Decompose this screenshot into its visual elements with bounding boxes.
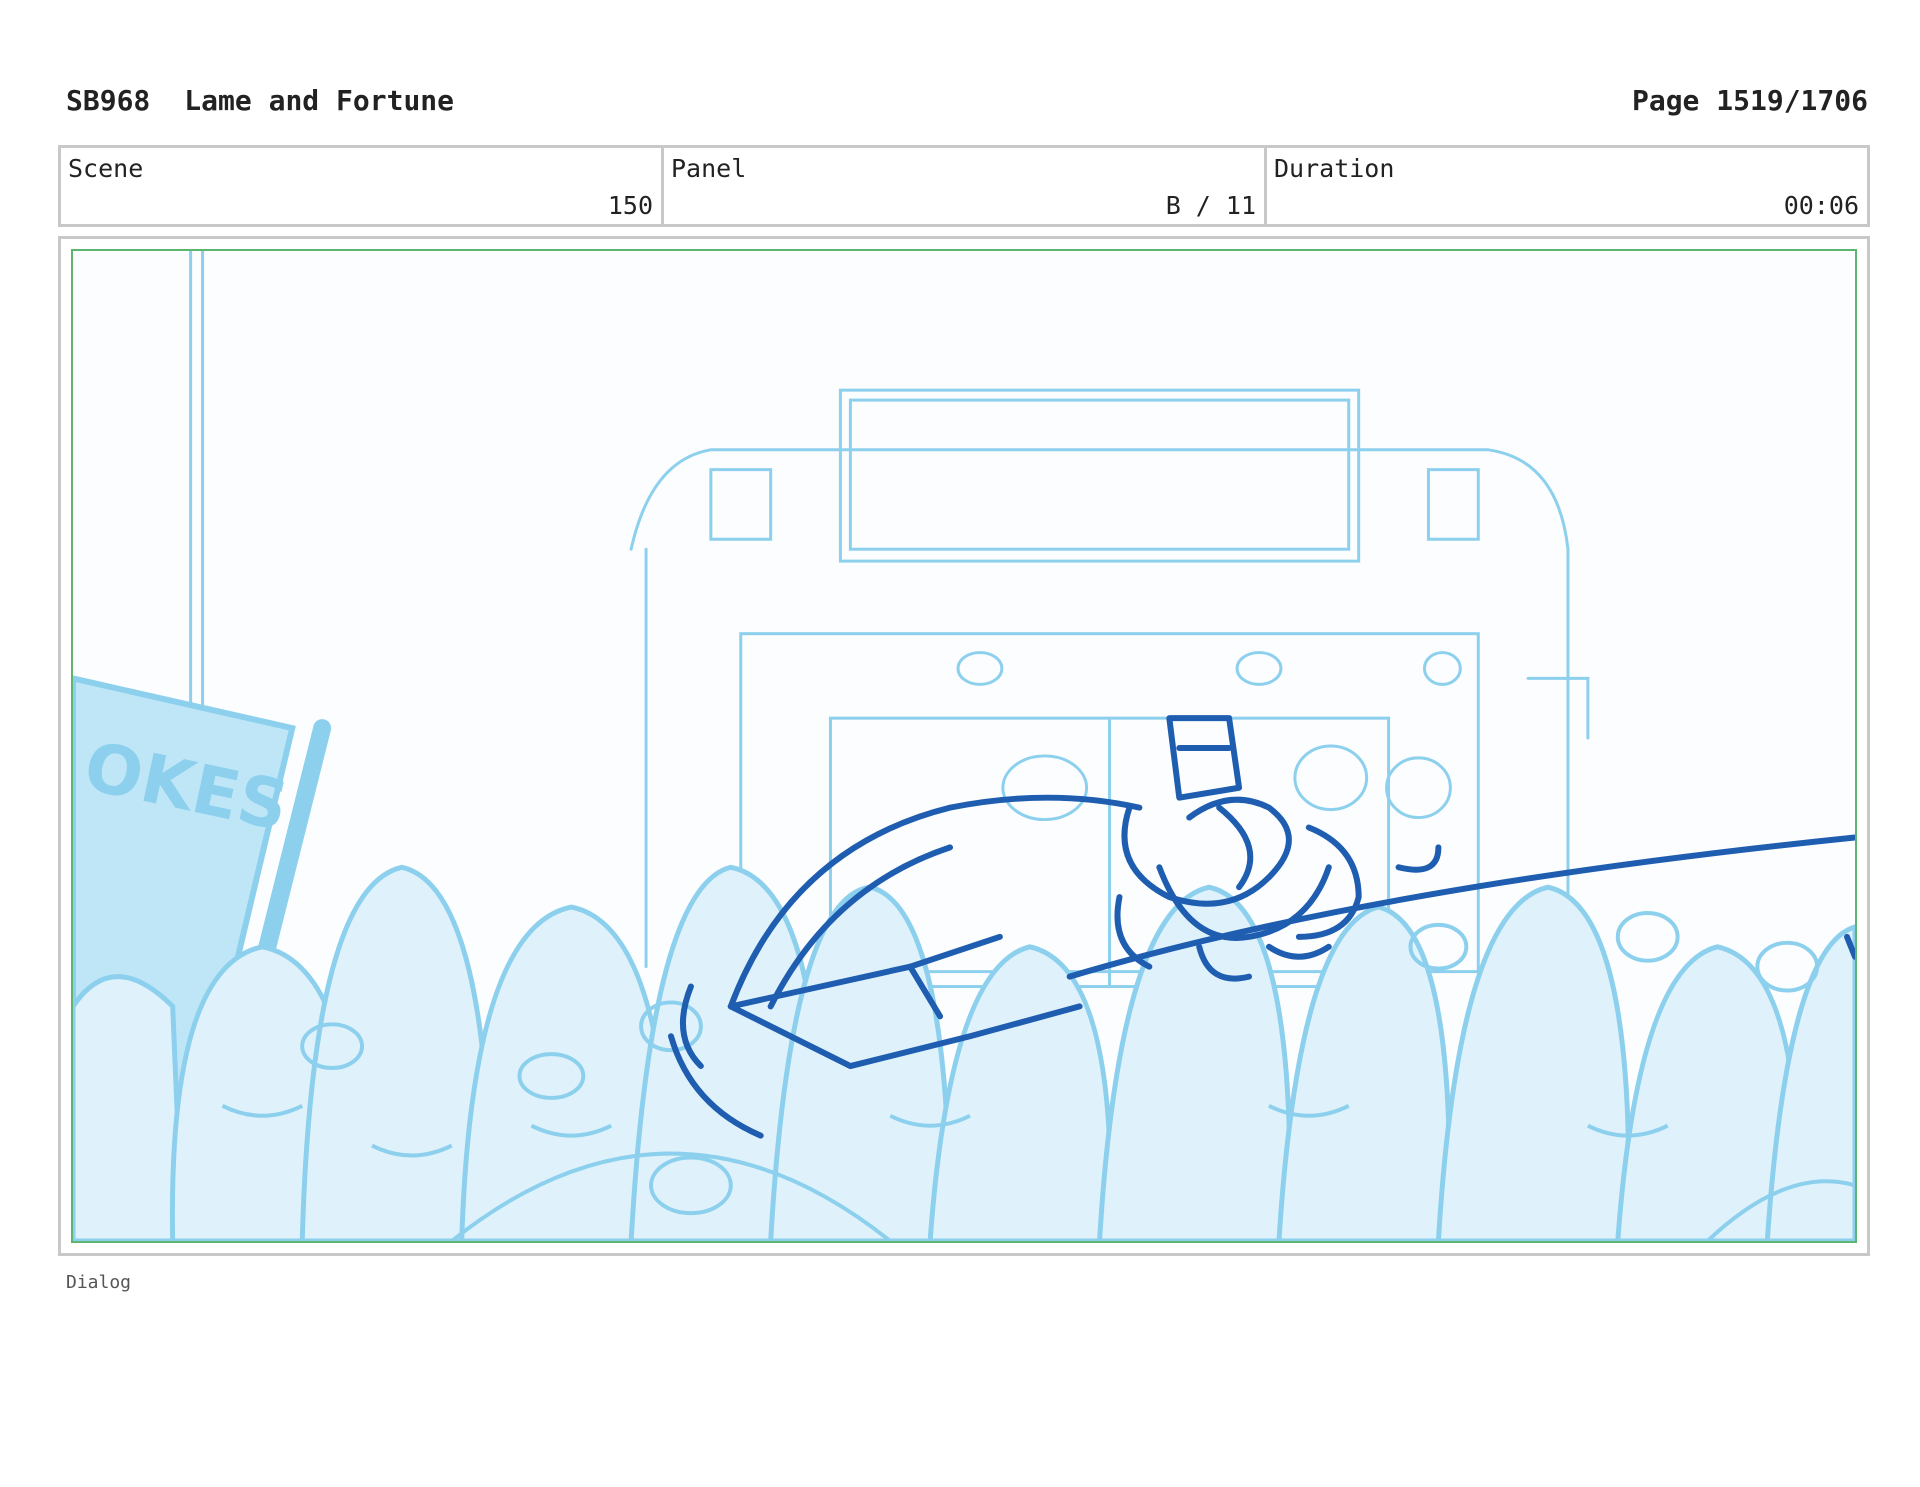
episode-title: Lame and Fortune [184,84,455,117]
crowd-sketch [73,864,1855,1241]
storyboard-header: SB968 Lame and Fortune [66,84,454,117]
duration-cell: Duration 00:06 [1267,148,1867,224]
production-code: SB968 [66,84,151,117]
panel-cell: Panel B / 11 [664,148,1267,224]
scene-label: Scene [68,154,144,183]
duration-label: Duration [1274,154,1395,183]
panel-info-table: Scene 150 Panel B / 11 Duration 00:06 [58,145,1870,227]
storyboard-panel: OKES [58,236,1870,1256]
panel-safe-frame: OKES [71,249,1857,1243]
dialog-label: Dialog [66,1272,132,1293]
panel-value: B / 11 [1165,191,1256,220]
storyboard-sketch: OKES [73,251,1855,1241]
page-number: Page 1519/1706 [1631,84,1868,117]
scene-cell: Scene 150 [61,148,664,224]
panel-label: Panel [671,154,747,183]
scene-value: 150 [607,191,653,220]
duration-value: 00:06 [1783,191,1859,220]
